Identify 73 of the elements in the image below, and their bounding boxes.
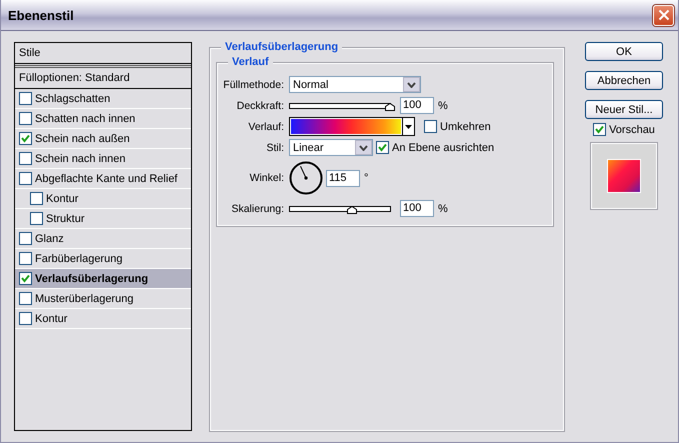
dialog-button[interactable]: OK [585,42,663,61]
dropdown[interactable]: Normal [289,76,421,93]
checkbox[interactable] [19,272,32,285]
list-item[interactable]: Fülloptionen: Standard [15,65,191,89]
field-label: Füllmethode: [222,78,284,90]
list-header: Stile [15,43,191,64]
field-label: Stil: [265,142,284,154]
item-label: Schein nach innen [35,152,126,164]
list-item[interactable]: Struktur [15,209,191,229]
list-item[interactable]: Verlaufsüberlagerung [15,269,191,289]
chevron-icon [359,144,368,150]
number-field[interactable]: 115 [326,170,360,186]
dropdown[interactable]: Linear [289,139,373,156]
list-item[interactable]: Glanz [15,229,191,249]
item-label: Musterüberlagerung [35,292,134,304]
list-item[interactable]: Schlagschatten [15,89,191,109]
item-label: Struktur [46,212,85,224]
slider-thumb[interactable] [347,206,357,214]
item-label: Verlaufsüberlagerung [35,272,148,284]
group-title: Verlaufsüberlagerung [221,41,342,53]
list-item[interactable]: Kontur [15,189,191,209]
item-label: Schlagschatten [35,92,110,104]
angle-dial[interactable] [289,161,323,195]
field-label: Deckkraft: [236,100,284,112]
checkbox[interactable] [424,120,437,133]
item-label: Kontur [35,312,68,324]
checkbox[interactable] [19,92,32,105]
group-title: Verlauf [228,56,273,68]
checkbox-label: An Ebene ausrichten [392,142,494,154]
item-label: Schein nach außen [35,132,130,144]
list-item[interactable]: Abgeflachte Kante und Relief [15,169,191,189]
list-item[interactable]: Schein nach innen [15,149,191,169]
close-icon [658,9,670,21]
field-label: Winkel: [248,172,284,184]
checkbox[interactable] [19,132,32,145]
checkbox[interactable] [19,152,32,165]
item-label: Schatten nach innen [35,112,136,124]
checkbox[interactable] [593,123,606,136]
checkbox[interactable] [19,252,32,265]
dialog-button[interactable]: Neuer Stil... [585,100,663,119]
list-item[interactable]: Musterüberlagerung [15,289,191,309]
window-title: Ebenenstil [8,8,74,22]
caret-icon [405,124,412,128]
item-label: Farbüberlagerung [35,252,122,264]
number-field[interactable]: 100 [400,200,434,217]
item-label: Abgeflachte Kante und Relief [35,172,178,184]
slider-thumb[interactable] [385,102,395,110]
item-label: Kontur [46,192,78,204]
list-item[interactable]: Schein nach außen [15,129,191,149]
dialog-button[interactable]: Abbrechen [585,71,663,90]
unit-label: % [438,202,448,214]
number-field[interactable]: 100 [400,97,434,114]
list-item[interactable]: Kontur [15,309,191,329]
list-item[interactable]: Schatten nach innen [15,109,191,129]
checkbox[interactable] [30,192,43,205]
checkbox[interactable] [19,112,32,125]
checkbox[interactable] [19,172,32,185]
checkbox[interactable] [19,232,32,245]
checkbox-label: Vorschau [609,124,655,136]
field-label: Skalierung: [230,202,284,214]
checkbox[interactable] [19,292,32,305]
unit-label: % [438,100,448,112]
close-button[interactable] [653,4,674,26]
item-label: Glanz [35,232,64,244]
field-label: Verlauf: [247,120,284,132]
gradient-picker[interactable] [289,117,415,136]
preview-swatch [607,159,641,193]
checkbox[interactable] [19,312,32,325]
checkbox[interactable] [376,141,389,154]
unit-label: ° [364,172,368,184]
checkbox-label: Umkehren [440,120,491,132]
chevron-icon [407,82,416,88]
checkbox[interactable] [30,212,43,225]
